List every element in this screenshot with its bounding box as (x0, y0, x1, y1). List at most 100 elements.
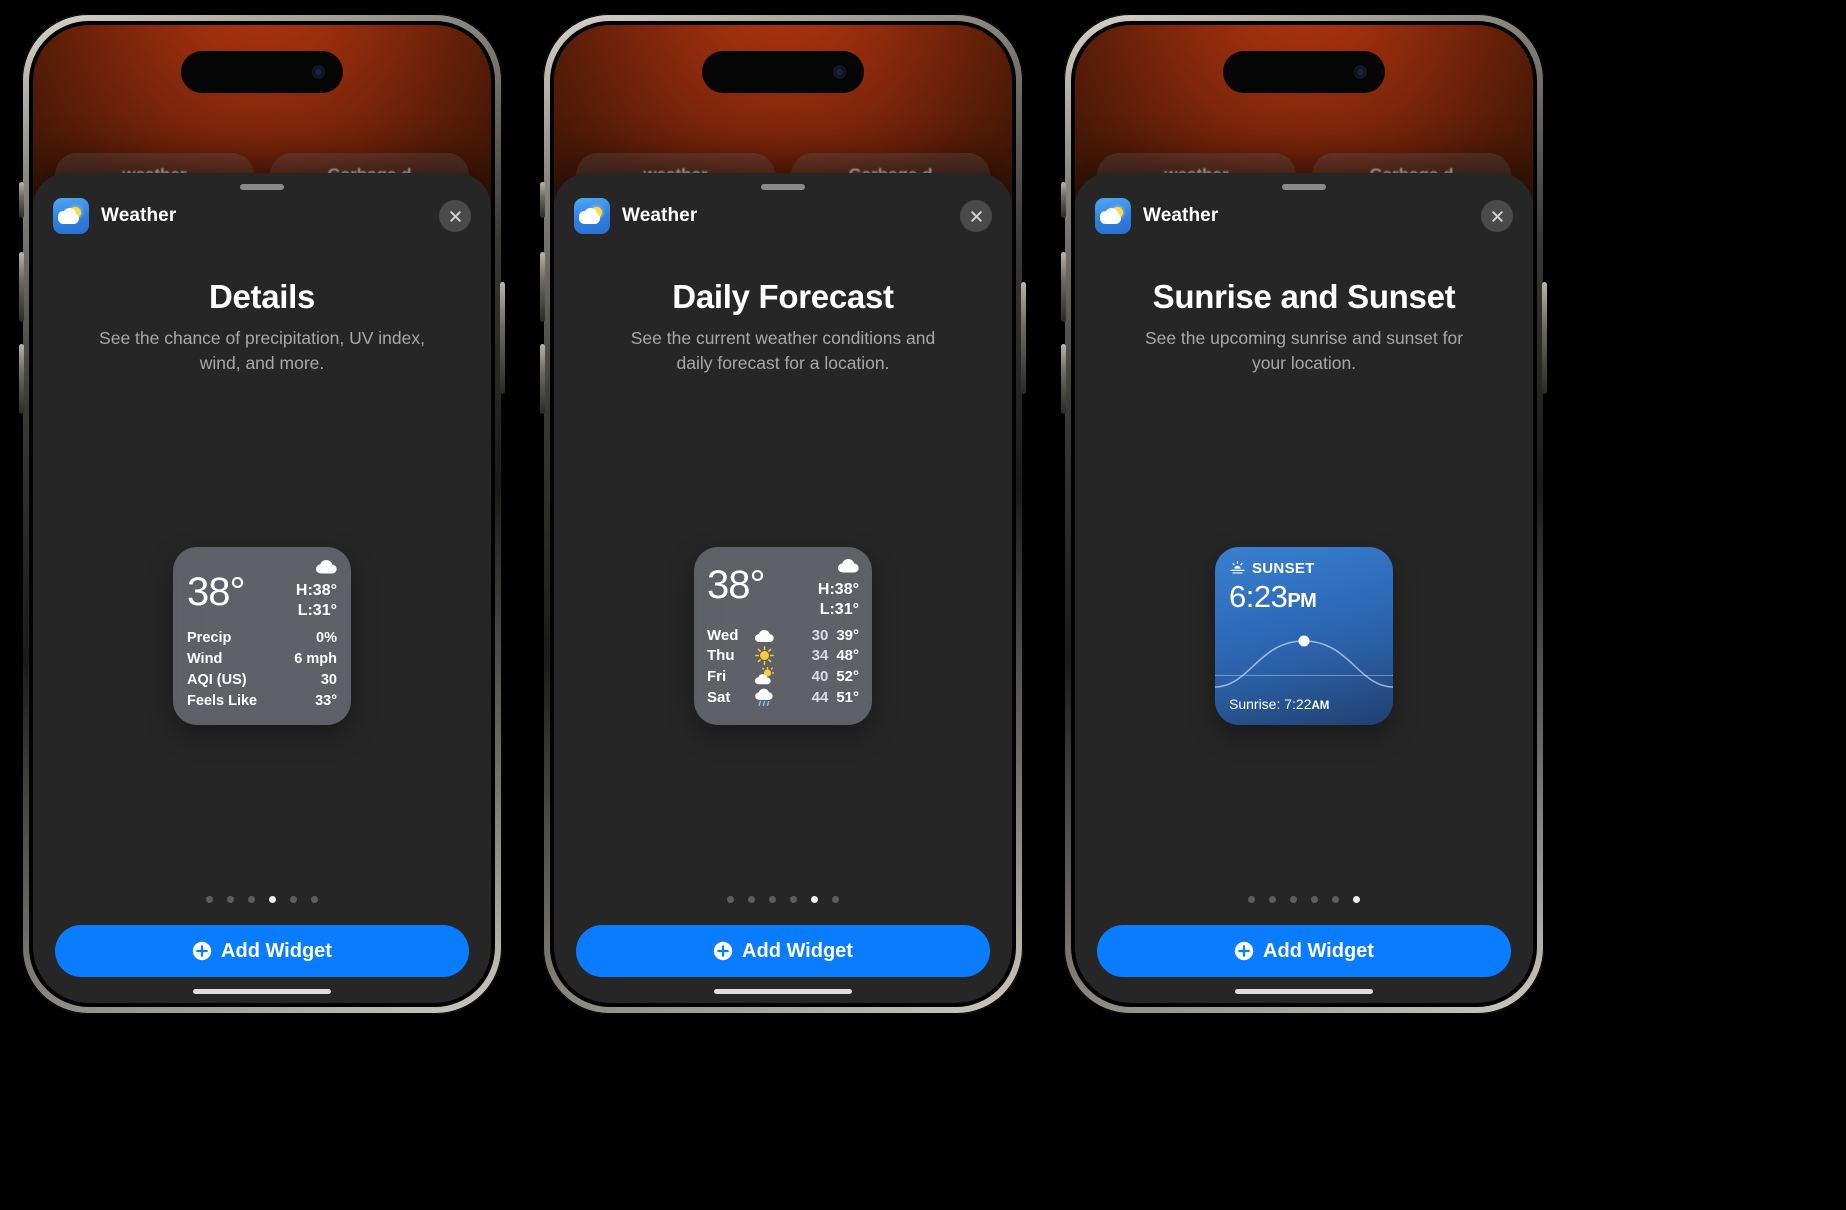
phone-screen: weatherGarbage dWeatherDaily ForecastSee… (554, 25, 1012, 1003)
home-indicator[interactable] (193, 989, 331, 994)
page-dot[interactable] (1353, 896, 1360, 903)
low-temp: L:31° (297, 601, 337, 619)
page-dot[interactable] (1248, 896, 1255, 903)
page-dot[interactable] (311, 896, 318, 903)
plus-circle-icon (713, 941, 733, 961)
page-dot[interactable] (1269, 896, 1276, 903)
page-dot[interactable] (206, 896, 213, 903)
sunset-horizon-line (1215, 674, 1393, 676)
add-widget-button[interactable]: Add Widget (55, 925, 469, 977)
dynamic-island (1223, 51, 1385, 93)
forecast-day: Wed (707, 627, 739, 645)
high-low-temps: H:38° L:31° (818, 559, 859, 620)
phone-bezel: weatherGarbage dWeatherSunrise and Sunse… (1071, 21, 1537, 1007)
add-widget-button[interactable]: Add Widget (576, 925, 990, 977)
add-widget-label: Add Widget (742, 939, 853, 962)
phone-daily-forecast: weatherGarbage dWeatherDaily ForecastSee… (540, 14, 1026, 1014)
sun-arc-graph (1215, 635, 1393, 688)
phone-sunrise-sunset: weatherGarbage dWeatherSunrise and Sunse… (1061, 14, 1547, 1014)
close-icon (1491, 210, 1503, 222)
page-dot[interactable] (769, 896, 776, 903)
cloud-icon (316, 560, 337, 574)
widget-picker-sheet: Weather Sunrise and Sunset See the upcomin… (1075, 173, 1533, 1003)
sunset-time-period: PM (1287, 589, 1317, 612)
cloud-icon (838, 559, 859, 573)
front-camera-icon (1354, 65, 1367, 79)
volume-up-button[interactable] (19, 252, 24, 322)
sunrise-period: AM (1311, 699, 1330, 712)
power-button[interactable] (1021, 282, 1026, 394)
detail-row-value: 33° (315, 693, 337, 710)
high-temp: H:38° (295, 582, 337, 600)
forecast-row: Thu 34 48° (707, 646, 859, 666)
page-dot[interactable] (790, 896, 797, 903)
plus-circle-icon (192, 941, 212, 961)
weather-app-icon (574, 198, 610, 234)
page-dot[interactable] (811, 896, 818, 903)
widget-picker-sheet: Weather Daily Forecast See the current wea… (554, 173, 1012, 1003)
add-widget-label: Add Widget (1263, 939, 1374, 962)
sunset-widget[interactable]: SUNSET 6:23PM Sunrise: 7:22AM (1215, 546, 1393, 725)
home-indicator[interactable] (714, 989, 852, 994)
close-icon (449, 210, 461, 222)
volume-up-button[interactable] (1061, 252, 1066, 322)
weather-forecast-widget[interactable]: 38° H:38° L:31° Wed 30 39° Thu 34 48° Fri 40 52° Sat… (694, 546, 872, 725)
forecast-high: 52° (836, 668, 859, 686)
page-dot[interactable] (748, 896, 755, 903)
close-button[interactable] (960, 200, 992, 232)
page-subtitle: See the chance of precipitation, UV inde… (99, 328, 425, 373)
page-dot[interactable] (290, 896, 297, 903)
page-dot[interactable] (1311, 896, 1318, 903)
page-dot[interactable] (1290, 896, 1297, 903)
forecast-rows: Wed 30 39° Thu 34 48° Fri 40 52° Sat 44 51° (707, 627, 859, 707)
silent-switch[interactable] (19, 182, 24, 218)
app-name-label: Weather (101, 205, 177, 226)
dynamic-island (702, 51, 864, 93)
silent-switch[interactable] (1061, 182, 1066, 218)
detail-row: Feels Like 33° (187, 693, 337, 709)
volume-up-button[interactable] (540, 252, 545, 322)
weather-app-icon (1095, 198, 1131, 234)
sunset-time: 6:23PM (1229, 579, 1379, 615)
volume-down-button[interactable] (540, 344, 545, 414)
add-widget-button[interactable]: Add Widget (1097, 925, 1511, 977)
detail-row-value: 0% (316, 630, 337, 647)
widget-preview-area: 38° H:38° L:31° Precip 0% Wind 6 mph AQI (US) 30… (33, 376, 491, 896)
page-dot[interactable] (248, 896, 255, 903)
home-indicator[interactable] (1235, 989, 1373, 994)
weather-app-icon (53, 198, 89, 234)
page-dot[interactable] (832, 896, 839, 903)
sunrise-time: Sunrise: 7:22 (1229, 695, 1312, 712)
detail-row: AQI (US) 30 (187, 672, 337, 688)
page-indicator (554, 896, 1012, 903)
detail-rows: Precip 0% Wind 6 mph AQI (US) 30 Feels Like 33° (187, 630, 337, 709)
close-button[interactable] (439, 200, 471, 232)
page-subtitle: See the upcoming sunrise and sunset for … (1144, 328, 1464, 373)
page-dot[interactable] (727, 896, 734, 903)
phone-bezel: weatherGarbage dWeatherDetailsSee the ch… (29, 21, 495, 1007)
page-dot[interactable] (1332, 896, 1339, 903)
high-low-temps: H:38° L:31° (296, 560, 337, 621)
close-icon (970, 210, 982, 222)
sun-cloud-icon (754, 667, 774, 685)
widget-picker-sheet: Weather Details See the chance of precipit… (33, 173, 491, 1003)
power-button[interactable] (500, 282, 505, 394)
silent-switch[interactable] (540, 182, 545, 218)
sunrise-info: Sunrise: 7:22AM (1229, 696, 1329, 712)
page-dot[interactable] (269, 896, 276, 903)
current-temperature: 38° (707, 562, 765, 607)
sheet-header: Weather (33, 190, 491, 234)
page-dot[interactable] (227, 896, 234, 903)
current-temperature: 38° (187, 569, 245, 614)
close-button[interactable] (1481, 200, 1513, 232)
volume-down-button[interactable] (19, 344, 24, 414)
detail-row: Precip 0% (187, 630, 337, 646)
page-subtitle: See the current weather conditions and d… (630, 328, 936, 373)
page-indicator (1075, 896, 1533, 903)
weather-details-widget[interactable]: 38° H:38° L:31° Precip 0% Wind 6 mph AQI (US) 30… (173, 546, 351, 725)
forecast-high: 51° (836, 689, 859, 707)
sun-icon (754, 646, 774, 666)
power-button[interactable] (1542, 282, 1547, 394)
volume-down-button[interactable] (1061, 344, 1066, 414)
page-title: Details (208, 278, 316, 315)
